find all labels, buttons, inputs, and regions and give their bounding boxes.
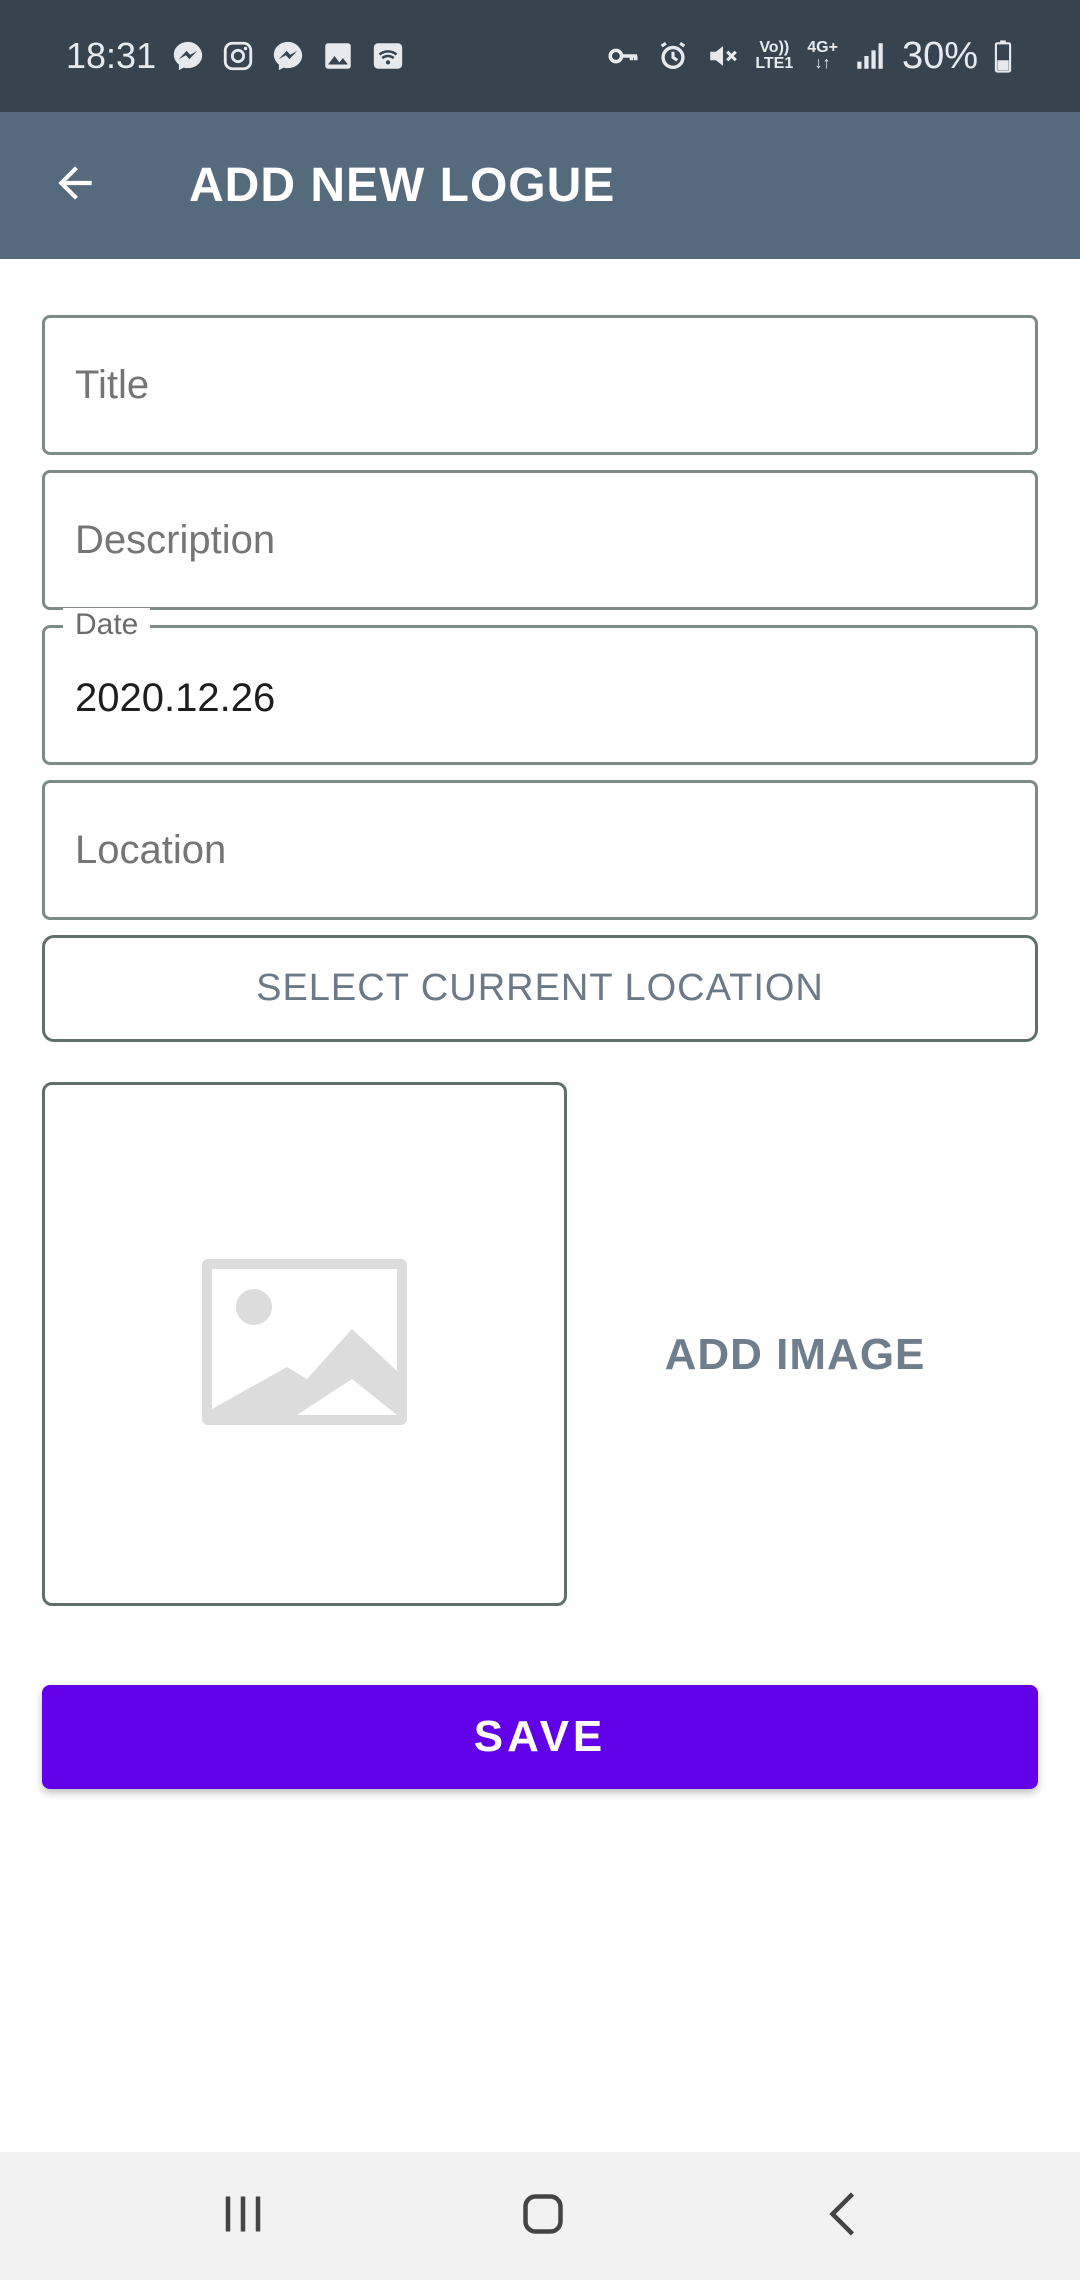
location-field[interactable] [42,780,1038,920]
add-image-button[interactable]: ADD IMAGE [640,1300,950,1410]
page-title: ADD NEW LOGUE [189,159,616,212]
title-input[interactable] [75,318,1015,452]
image-preview[interactable] [42,1082,567,1606]
key-icon [605,38,641,74]
messenger-icon [170,38,206,74]
status-time: 18:31 [66,35,157,76]
instagram-icon [220,38,256,74]
date-field[interactable]: Date 2020.12.26 [42,608,1038,765]
volte-indicator: Vo)) LTE1 [755,39,794,72]
messenger-icon [270,38,306,74]
system-back-button[interactable] [765,2152,925,2280]
battery-percent: 30% [901,34,978,77]
status-left: 18:31 [66,35,406,77]
status-right: Vo)) LTE1 4G+ ↓↑ 30% [605,35,1014,78]
network-type-indicator: 4G+ ↓↑ [807,39,838,72]
select-current-location-button[interactable]: SELECT CURRENT LOCATION [42,935,1038,1042]
home-button[interactable] [463,2152,623,2280]
save-button[interactable]: SAVE [42,1685,1038,1789]
location-input[interactable] [75,783,1015,917]
recent-apps-button[interactable] [163,2152,323,2280]
description-field[interactable] [42,470,1038,610]
signal-icon [852,38,888,74]
app-toolbar: ADD NEW LOGUE [0,112,1080,259]
image-placeholder-icon [202,1258,407,1430]
status-bar: 18:31 Vo)) LTE1 4G+ ↓↑ 30% [0,0,1080,112]
mute-icon [705,38,741,74]
date-value[interactable]: 2020.12.26 [75,628,1015,762]
title-field[interactable] [42,315,1038,455]
wifi-icon [370,38,406,74]
system-nav-bar [0,2152,1080,2280]
back-icon [815,2184,875,2249]
arrow-back-icon [50,158,100,213]
alarm-icon [655,38,691,74]
description-input[interactable] [75,473,1015,607]
recent-apps-icon [213,2184,273,2249]
gallery-icon [320,38,356,74]
back-button[interactable] [0,112,150,259]
battery-icon [992,38,1014,74]
home-icon [513,2184,573,2249]
